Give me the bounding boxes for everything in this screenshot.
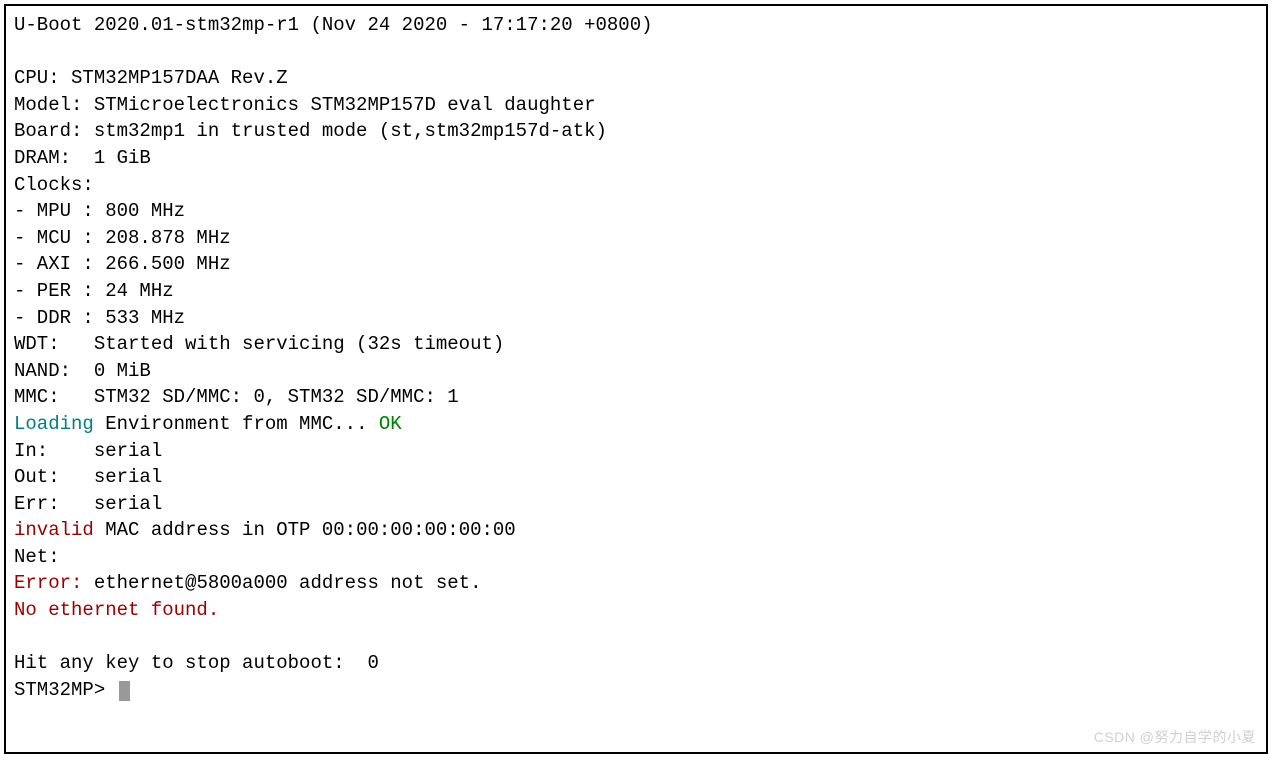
clock-axi-line: - AXI : 266.500 MHz — [14, 253, 231, 275]
board-line: Board: stm32mp1 in trusted mode (st,stm3… — [14, 120, 607, 142]
loading-mid: Environment from MMC... — [94, 413, 379, 435]
model-line: Model: STMicroelectronics STM32MP157D ev… — [14, 94, 596, 116]
loading-ok: OK — [379, 413, 402, 435]
autoboot-line: Hit any key to stop autoboot: 0 — [14, 652, 379, 674]
cursor-icon[interactable] — [119, 681, 130, 701]
dram-line: DRAM: 1 GiB — [14, 147, 151, 169]
loading-prefix: Loading — [14, 413, 94, 435]
invalid-rest: MAC address in OTP 00:00:00:00:00:00 — [94, 519, 516, 541]
clock-per-line: - PER : 24 MHz — [14, 280, 174, 302]
no-ethernet-line: No ethernet found. — [14, 599, 219, 621]
terminal-window[interactable]: U-Boot 2020.01-stm32mp-r1 (Nov 24 2020 -… — [4, 4, 1268, 754]
wdt-line: WDT: Started with servicing (32s timeout… — [14, 333, 504, 355]
invalid-prefix: invalid — [14, 519, 94, 541]
in-line: In: serial — [14, 440, 162, 462]
prompt-text: STM32MP> — [14, 679, 117, 701]
clock-ddr-line: - DDR : 533 MHz — [14, 307, 185, 329]
net-line: Net: — [14, 546, 94, 568]
error-rest: ethernet@5800a000 address not set. — [82, 572, 481, 594]
clock-mpu-line: - MPU : 800 MHz — [14, 200, 185, 222]
out-line: Out: serial — [14, 466, 162, 488]
uboot-header-line: U-Boot 2020.01-stm32mp-r1 (Nov 24 2020 -… — [14, 14, 653, 36]
mmc-line: MMC: STM32 SD/MMC: 0, STM32 SD/MMC: 1 — [14, 386, 459, 408]
clock-mcu-line: - MCU : 208.878 MHz — [14, 227, 231, 249]
cpu-line: CPU: STM32MP157DAA Rev.Z — [14, 67, 288, 89]
error-prefix: Error: — [14, 572, 82, 594]
nand-line: NAND: 0 MiB — [14, 360, 151, 382]
err-line: Err: serial — [14, 493, 162, 515]
watermark-text: CSDN @努力自学的小夏 — [1094, 728, 1256, 748]
clocks-header-line: Clocks: — [14, 174, 94, 196]
